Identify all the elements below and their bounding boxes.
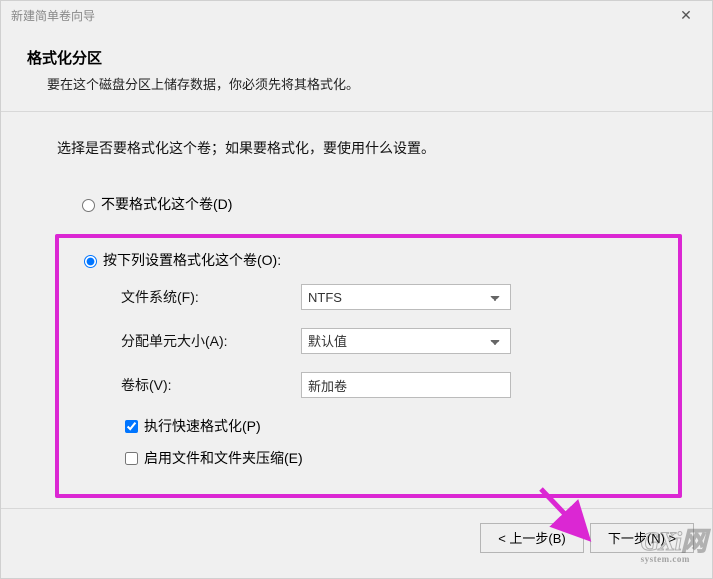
- close-icon: ✕: [680, 7, 692, 24]
- checkbox-quickformat-label[interactable]: 执行快速格式化(P): [144, 416, 261, 436]
- filesystem-label: 文件系统(F):: [121, 287, 301, 307]
- format-fields: 文件系统(F): NTFS 分配单元大小(A): 默认值 卷标(V):: [65, 284, 666, 398]
- radio-format[interactable]: [84, 255, 97, 268]
- radio-format-label[interactable]: 按下列设置格式化这个卷(O):: [103, 250, 281, 270]
- field-row-allocation: 分配单元大小(A): 默认值: [121, 328, 666, 354]
- wizard-footer: < 上一步(B) 下一步(N) >: [1, 508, 712, 566]
- radio-noformat-label[interactable]: 不要格式化这个卷(D): [101, 194, 232, 214]
- field-row-filesystem: 文件系统(F): NTFS: [121, 284, 666, 310]
- page-title: 格式化分区: [27, 47, 712, 68]
- titlebar: 新建简单卷向导 ✕: [1, 1, 712, 29]
- wizard-header: 格式化分区 要在这个磁盘分区上储存数据，你必须先将其格式化。: [1, 29, 712, 112]
- option-noformat-row: 不要格式化这个卷(D): [57, 194, 670, 214]
- instruction-text: 选择是否要格式化这个卷；如果要格式化，要使用什么设置。: [57, 138, 670, 158]
- back-button[interactable]: < 上一步(B): [480, 523, 584, 553]
- wizard-window: 新建简单卷向导 ✕ 格式化分区 要在这个磁盘分区上储存数据，你必须先将其格式化。…: [0, 0, 713, 579]
- checkbox-quickformat[interactable]: [125, 420, 138, 433]
- allocation-label: 分配单元大小(A):: [121, 331, 301, 351]
- annotation-highlight: 按下列设置格式化这个卷(O): 文件系统(F): NTFS 分配单元大小(A):…: [55, 234, 682, 498]
- allocation-select[interactable]: 默认值: [301, 328, 511, 354]
- check-row-compression: 启用文件和文件夹压缩(E): [65, 448, 666, 468]
- option-format-row: 按下列设置格式化这个卷(O):: [65, 250, 666, 270]
- volumelabel-label: 卷标(V):: [121, 375, 301, 395]
- radio-noformat[interactable]: [82, 199, 95, 212]
- filesystem-select[interactable]: NTFS: [301, 284, 511, 310]
- window-title: 新建简单卷向导: [11, 7, 668, 24]
- check-row-quickformat: 执行快速格式化(P): [65, 416, 666, 436]
- checkbox-compression[interactable]: [125, 452, 138, 465]
- field-row-volumelabel: 卷标(V):: [121, 372, 666, 398]
- page-subtitle: 要在这个磁盘分区上储存数据，你必须先将其格式化。: [27, 74, 712, 93]
- next-button[interactable]: 下一步(N) >: [590, 523, 694, 553]
- wizard-body: 选择是否要格式化这个卷；如果要格式化，要使用什么设置。 不要格式化这个卷(D) …: [1, 112, 712, 498]
- checkbox-compression-label[interactable]: 启用文件和文件夹压缩(E): [144, 448, 303, 468]
- volumelabel-input[interactable]: [301, 372, 511, 398]
- close-button[interactable]: ✕: [668, 3, 704, 27]
